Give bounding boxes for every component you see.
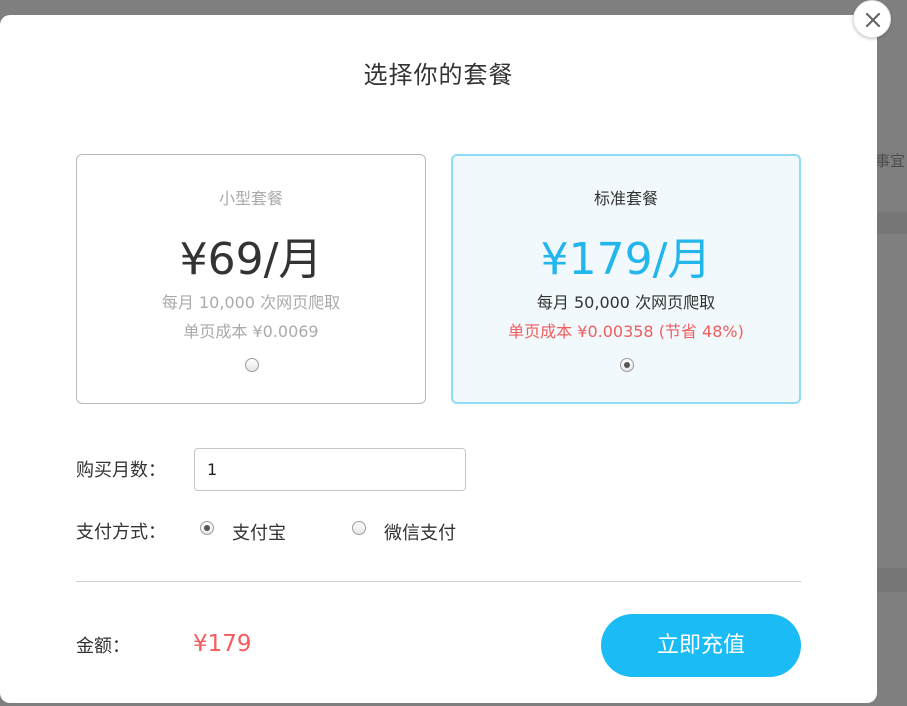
payment-radio-alipay[interactable] — [200, 521, 214, 535]
plan-unit-cost: 单页成本 ¥0.00358 (节省 48%) — [508, 322, 744, 341]
recharge-button[interactable]: 立即充值 — [601, 614, 801, 677]
payment-option-label: 支付宝 — [232, 523, 286, 544]
months-input[interactable] — [194, 448, 466, 491]
amount-value: ¥179 — [193, 631, 252, 657]
payment-radio-wechat[interactable] — [352, 521, 366, 535]
plan-card-standard[interactable]: 标准套餐 ¥179/月 每月 50,000 次网页爬取 单页成本 ¥0.0035… — [451, 154, 801, 404]
plan-price: ¥69/月 — [179, 234, 323, 285]
plan-description: 每月 50,000 次网页爬取 — [536, 293, 716, 312]
amount-label: 金额： — [76, 636, 130, 657]
close-icon — [865, 12, 881, 28]
payment-method-label: 支付方式： — [76, 522, 166, 543]
payment-option-label: 微信支付 — [384, 523, 456, 544]
plan-unit-cost: 单页成本 ¥0.0069 — [183, 322, 319, 341]
plan-card-small[interactable]: 小型套餐 ¥69/月 每月 10,000 次网页爬取 单页成本 ¥0.0069 — [76, 154, 426, 404]
divider — [76, 581, 801, 582]
modal-title: 选择你的套餐 — [363, 61, 514, 89]
plan-price: ¥179/月 — [540, 234, 712, 285]
months-label: 购买月数： — [76, 460, 166, 481]
plan-radio-small[interactable] — [245, 358, 259, 372]
close-button[interactable] — [853, 0, 891, 38]
plan-radio-standard[interactable] — [620, 358, 634, 372]
plan-name: 小型套餐 — [218, 189, 283, 208]
plan-selection-modal: 选择你的套餐 小型套餐 ¥69/月 每月 10,000 次网页爬取 单页成本 ¥… — [0, 15, 877, 703]
plan-description: 每月 10,000 次网页爬取 — [161, 293, 341, 312]
plan-name: 标准套餐 — [593, 189, 658, 208]
